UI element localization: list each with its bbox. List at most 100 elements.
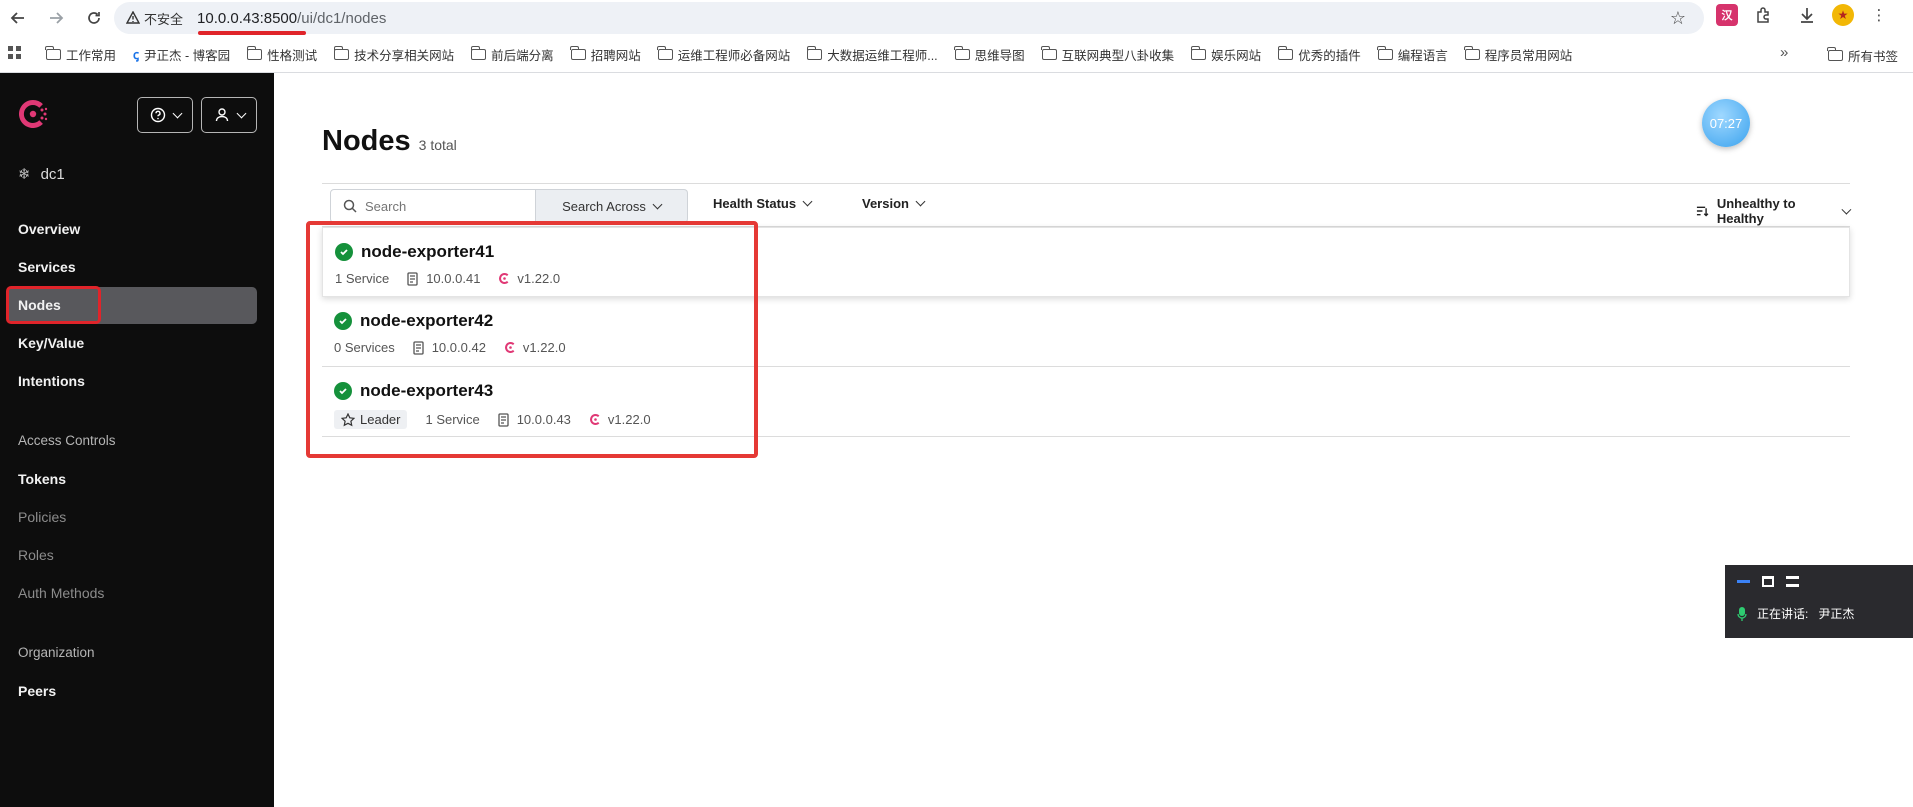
folder-icon: [333, 45, 350, 60]
chevron-down-icon: [172, 108, 182, 118]
user-menu-button[interactable]: [201, 97, 257, 133]
bookmark-folder[interactable]: 编程语言: [1377, 45, 1448, 64]
node-count: 3 total: [418, 137, 457, 153]
health-status-dropdown[interactable]: Health Status: [713, 196, 813, 211]
url-annotation-underline: [198, 31, 306, 35]
speaking-label: 正在讲话:: [1757, 607, 1809, 621]
window-icon[interactable]: [1762, 575, 1774, 587]
chevron-down-icon: [802, 196, 813, 207]
bookmarks-bar: 工作常用 ꞔ 尹正杰 - 博客园 性格测试 技术分享相关网站 前后端分离 招聘网站…: [0, 38, 1913, 70]
bookmark-folder[interactable]: 招聘网站: [570, 45, 641, 64]
bookmark-folder[interactable]: 优秀的插件: [1277, 45, 1361, 64]
forward-icon[interactable]: [42, 4, 70, 32]
nav-policies[interactable]: Policies: [18, 509, 66, 525]
page-header: Nodes 3 total: [322, 125, 457, 158]
widget-controls: [1725, 565, 1913, 597]
nodes-annotation-box: [306, 221, 758, 458]
nav-overview[interactable]: Overview: [18, 221, 80, 237]
bookmark-folder[interactable]: 大数据运维工程师...: [806, 45, 938, 64]
folder-icon: [1464, 45, 1480, 60]
page-title: Nodes: [322, 125, 411, 157]
minimize-icon[interactable]: [1737, 579, 1750, 583]
back-icon[interactable]: [4, 4, 32, 32]
microphone-icon: [1737, 606, 1747, 621]
sort-dropdown[interactable]: Unhealthy to Healthy: [1696, 196, 1852, 226]
download-icon[interactable]: [1796, 4, 1818, 26]
search-across-dropdown[interactable]: Search Across: [536, 189, 688, 223]
clock-widget[interactable]: 07:27: [1702, 99, 1750, 147]
search-input[interactable]: [365, 198, 515, 214]
bookmark-folder[interactable]: 前后端分离: [470, 45, 554, 64]
nav-services[interactable]: Services: [18, 259, 76, 275]
nav-key-value[interactable]: Key/Value: [18, 335, 84, 351]
sidebar: ❄ dc1 Overview Services Nodes Key/Value …: [0, 73, 274, 807]
consul-logo-icon[interactable]: [16, 97, 50, 131]
datacenter-icon: ❄: [18, 166, 31, 183]
folder-icon: [1277, 45, 1294, 60]
extensions-area: 汉 ★ ⋮: [1716, 4, 1890, 26]
bookmark-folder[interactable]: 性格测试: [246, 45, 317, 64]
folder-icon: [470, 45, 487, 60]
folder-icon: [1190, 45, 1207, 60]
blog-favicon-icon: ꞔ: [133, 47, 140, 62]
apps-grid-icon[interactable]: [8, 45, 30, 63]
bookmark-folder[interactable]: 思维导图: [954, 45, 1025, 64]
list-view-icon[interactable]: [1786, 575, 1799, 587]
help-menu-button[interactable]: [137, 97, 193, 133]
version-dropdown[interactable]: Version: [862, 196, 926, 211]
all-bookmarks-folder[interactable]: 所有书签: [1827, 46, 1898, 65]
folder-icon: [806, 45, 823, 60]
browser-menu-icon[interactable]: ⋮: [1868, 4, 1890, 26]
nav-roles[interactable]: Roles: [18, 547, 54, 563]
bookmark-folder[interactable]: 程序员常用网站: [1464, 45, 1572, 64]
chevron-down-icon: [1841, 204, 1852, 214]
version-label: Version: [862, 196, 909, 211]
chevron-down-icon: [915, 196, 926, 207]
folder-icon: [570, 45, 586, 60]
nav-intentions[interactable]: Intentions: [18, 373, 85, 389]
chevron-down-icon: [236, 108, 246, 118]
reload-icon[interactable]: [80, 4, 108, 32]
search-field[interactable]: [330, 189, 536, 223]
nav-peers[interactable]: Peers: [18, 683, 56, 699]
chevron-down-icon: [652, 199, 663, 209]
bookmark-star-icon[interactable]: ☆: [1670, 8, 1686, 29]
search-across-label: Search Across: [562, 198, 646, 214]
user-icon: [215, 108, 228, 122]
folder-icon: [1377, 45, 1393, 60]
folder-icon: [45, 45, 61, 60]
bookmark-folder[interactable]: 娱乐网站: [1190, 45, 1261, 64]
insecure-label: 不安全: [144, 11, 184, 27]
security-indicator[interactable]: 不安全: [126, 9, 183, 28]
bookmark-folder[interactable]: 互联网典型八卦收集: [1041, 45, 1174, 64]
folder-icon: [954, 45, 970, 60]
profile-avatar-icon[interactable]: ★: [1832, 4, 1854, 26]
nav-tokens[interactable]: Tokens: [18, 471, 66, 487]
url-text[interactable]: 10.0.0.43:8500/ui/dc1/nodes: [197, 10, 386, 27]
nav-section-organization: Organization: [18, 645, 95, 660]
bookmark-link[interactable]: ꞔ 尹正杰 - 博客园: [133, 45, 230, 64]
sort-label: Unhealthy to Healthy: [1716, 196, 1796, 226]
bookmark-folder[interactable]: 工作常用: [45, 45, 116, 64]
address-bar[interactable]: 不安全 10.0.0.43:8500/ui/dc1/nodes ☆: [114, 2, 1704, 34]
help-icon: [150, 107, 165, 123]
nav-auth-methods[interactable]: Auth Methods: [18, 585, 104, 601]
folder-icon: [1827, 47, 1843, 61]
folder-icon: [657, 45, 673, 60]
bookmarks-overflow-icon[interactable]: »: [1780, 44, 1788, 61]
search-icon: [343, 199, 357, 213]
datacenter-name: dc1: [40, 165, 65, 183]
bookmark-folder[interactable]: 技术分享相关网站: [333, 45, 454, 64]
bookmark-folder[interactable]: 运维工程师必备网站: [657, 45, 790, 64]
datacenter-selector[interactable]: ❄ dc1: [18, 165, 65, 184]
extensions-puzzle-icon[interactable]: [1752, 4, 1774, 26]
folder-icon: [1041, 45, 1057, 60]
nodes-annotation-box: [6, 286, 101, 324]
meeting-widget: 正在讲话: 尹正杰: [1725, 565, 1913, 638]
folder-icon: [246, 45, 263, 60]
nav-section-access-controls: Access Controls: [18, 433, 116, 448]
translate-extension-icon[interactable]: 汉: [1716, 4, 1738, 26]
speaking-status: 正在讲话: 尹正杰: [1725, 597, 1913, 622]
warning-icon: [126, 11, 140, 24]
health-status-label: Health Status: [713, 196, 797, 211]
